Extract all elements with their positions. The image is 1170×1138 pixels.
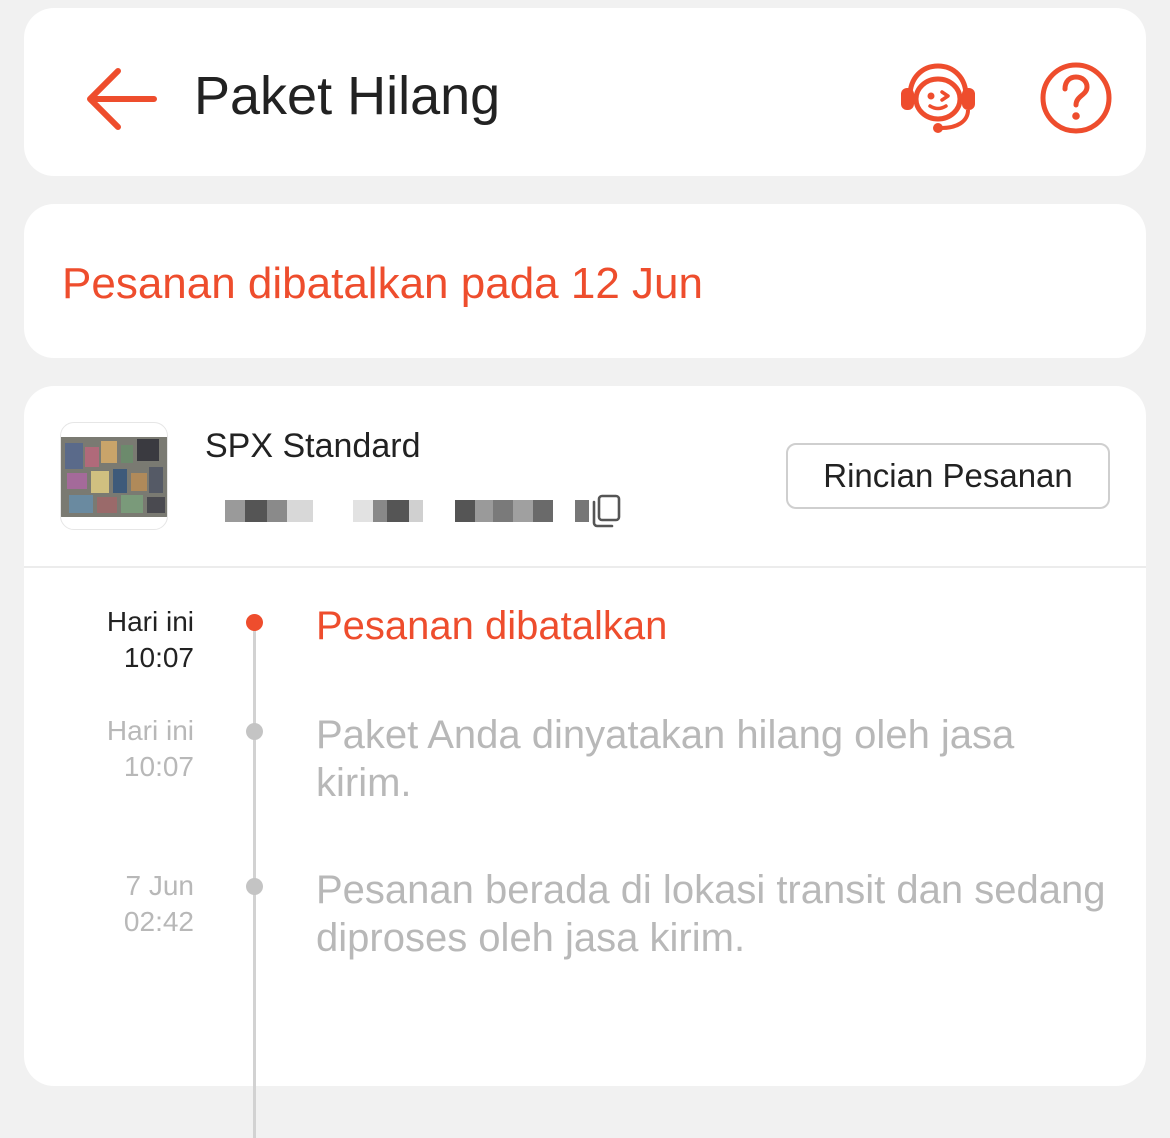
timeline-time: 10:07 <box>123 642 194 673</box>
copy-button[interactable] <box>590 494 622 528</box>
tracking-number-redacted <box>205 496 625 526</box>
arrow-left-icon <box>87 68 157 130</box>
product-image <box>61 437 167 517</box>
timeline-date: Hari ini <box>106 606 194 637</box>
cancellation-status: Pesanan dibatalkan pada 12 Jun <box>62 259 703 308</box>
timeline-description: Pesanan dibatalkan <box>316 604 668 648</box>
question-circle-icon <box>1040 62 1112 134</box>
timeline-description: Pesanan berada di lokasi transit dan sed… <box>316 868 1106 960</box>
timeline-timestamp: Hari ini 10:07 <box>34 604 194 676</box>
header-bar: Paket Hilang <box>24 8 1146 176</box>
copy-icon <box>592 494 621 528</box>
customer-service-icon <box>901 63 975 133</box>
courier-name: SPX Standard <box>205 427 421 465</box>
help-button[interactable] <box>1038 60 1114 136</box>
timeline-date: 7 Jun <box>125 870 195 901</box>
timeline-time: 10:07 <box>123 751 194 782</box>
page-title: Paket Hilang <box>194 66 501 126</box>
timeline-timestamp: 7 Jun 02:42 <box>34 868 194 940</box>
shipment-card: SPX Standard Rincian Pesanan Hari ini 10… <box>24 386 1146 1138</box>
timeline-dot <box>246 878 263 895</box>
timeline-date: Hari ini <box>106 715 194 746</box>
timeline-dot <box>246 723 263 740</box>
product-thumbnail[interactable] <box>60 422 168 530</box>
customer-service-button[interactable] <box>896 60 980 138</box>
timeline-dot-active <box>246 614 263 631</box>
timeline-timestamp: Hari ini 10:07 <box>34 713 194 785</box>
back-button[interactable] <box>82 66 158 132</box>
timeline-description: Paket Anda dinyatakan hilang oleh jasa k… <box>316 713 1015 805</box>
timeline-time: 02:42 <box>123 906 194 937</box>
tracking-timeline: Hari ini 10:07 Pesanan dibatalkan Hari i… <box>24 568 1146 1138</box>
status-card: Pesanan dibatalkan pada 12 Jun <box>24 204 1146 358</box>
order-details-button[interactable]: Rincian Pesanan <box>786 443 1110 509</box>
